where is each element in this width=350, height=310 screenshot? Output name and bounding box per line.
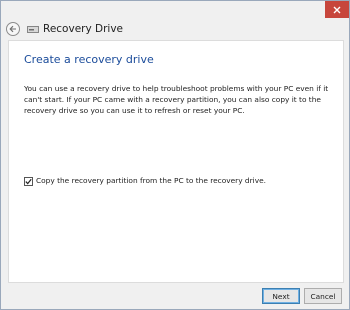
page-title: Create a recovery drive — [24, 53, 154, 66]
copy-partition-checkbox[interactable] — [24, 176, 33, 186]
description-text: You can use a recovery drive to help tro… — [24, 84, 329, 115]
title-bar: Recovery Drive — [1, 1, 349, 39]
window-title: Recovery Drive — [43, 23, 124, 35]
close-icon — [333, 6, 341, 13]
cancel-button[interactable]: Cancel — [304, 288, 342, 304]
content-panel: Create a recovery drive You can use a re… — [8, 40, 344, 283]
next-button[interactable]: Next — [262, 288, 300, 304]
copy-partition-option[interactable]: Copy the recovery partition from the PC … — [24, 176, 266, 186]
back-arrow-icon — [9, 25, 16, 33]
footer-bar: Next Cancel — [1, 283, 349, 309]
drive-icon — [27, 26, 39, 33]
recovery-drive-window: Recovery Drive Create a recovery drive Y… — [0, 0, 350, 310]
checkmark-icon — [25, 178, 32, 185]
copy-partition-label: Copy the recovery partition from the PC … — [36, 176, 266, 185]
back-button[interactable] — [6, 22, 20, 36]
close-button[interactable] — [325, 1, 349, 18]
